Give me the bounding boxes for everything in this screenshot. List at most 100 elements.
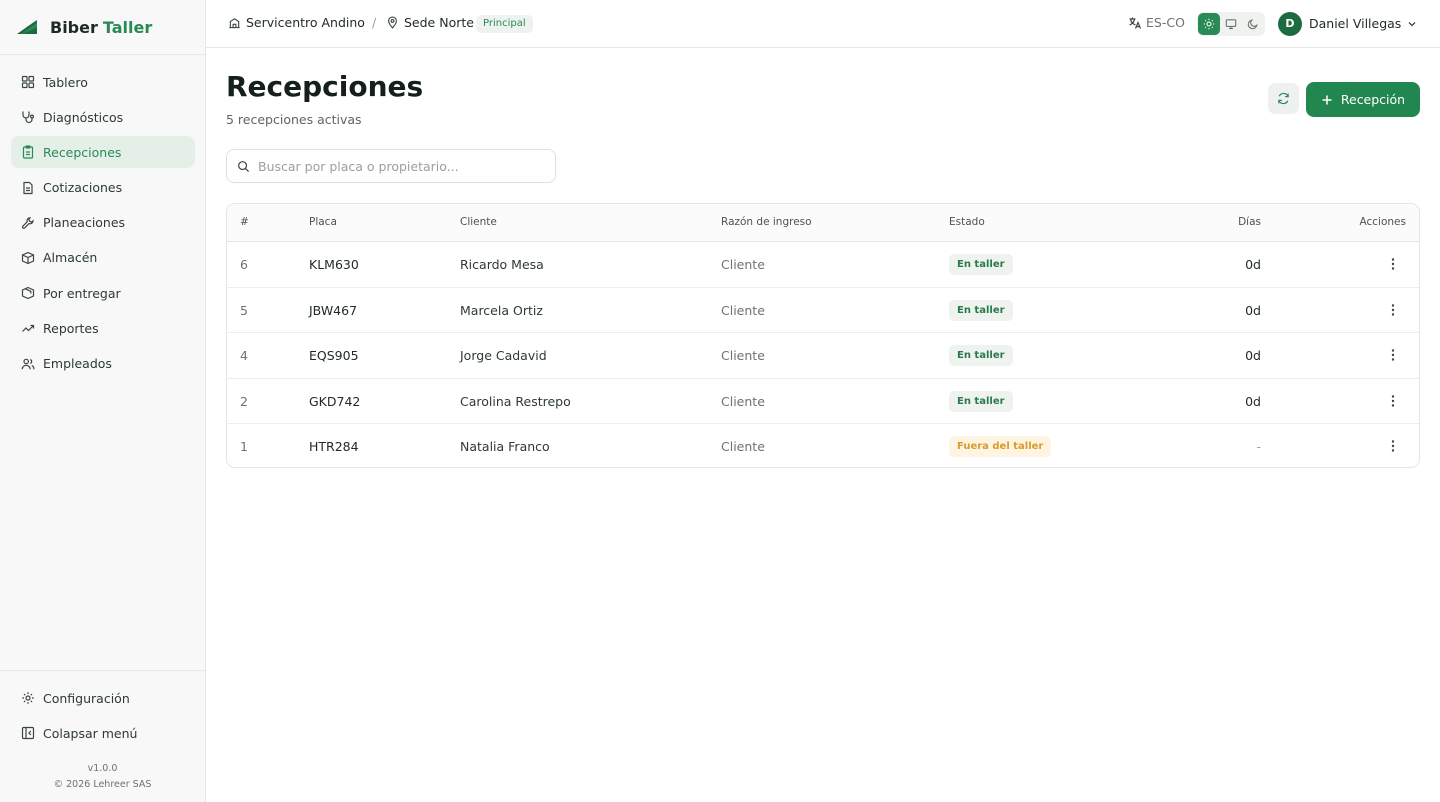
building-icon (229, 18, 240, 29)
users-icon (21, 358, 35, 369)
table-row[interactable]: 4 EQS905 Jorge Cadavid Cliente En taller… (227, 333, 1419, 379)
sidebar-collapse-icon (21, 726, 35, 740)
language-label: ES-CO (1146, 15, 1185, 30)
sidebar-item-planeaciones[interactable]: Planeaciones (11, 207, 195, 239)
row-client: Jorge Cadavid (460, 348, 547, 363)
table-row[interactable]: 2 GKD742 Carolina Restrepo Cliente En ta… (227, 379, 1419, 424)
boat-logo-icon (17, 20, 37, 34)
row-client: Marcela Ortiz (460, 302, 543, 318)
row-days: - (1256, 439, 1261, 454)
settings-button[interactable]: Configuración (11, 682, 195, 714)
theme-system-button[interactable] (1220, 13, 1242, 35)
stethoscope-icon (22, 111, 35, 124)
topbar: Servicentro Andino / Sede Norte Principa… (206, 0, 1440, 48)
column-header-plate: Placa (309, 216, 337, 228)
row-client: Ricardo Mesa (460, 257, 544, 272)
status-badge: En taller (949, 299, 1013, 321)
row-reason: Cliente (721, 439, 765, 454)
row-reason: Cliente (721, 257, 765, 272)
row-reason: Cliente (721, 348, 765, 363)
row-days: 0d (1245, 302, 1261, 318)
settings-label: Configuración (43, 690, 130, 706)
row-client: Natalia Franco (460, 439, 550, 454)
search-icon (238, 160, 250, 172)
more-vertical-icon[interactable] (1385, 393, 1401, 409)
row-plate: KLM630 (309, 257, 359, 272)
row-number: 4 (240, 348, 248, 363)
branch-name: Sede Norte (404, 15, 474, 30)
clipboard-icon (22, 145, 34, 159)
more-vertical-icon[interactable] (1385, 347, 1401, 363)
sidebar-nav: Tablero Diagnósticos Recepciones Cotizac… (11, 66, 195, 383)
column-header-status: Estado (949, 216, 985, 228)
theme-light-button[interactable] (1198, 13, 1220, 35)
sidebar-item-cotizaciones[interactable]: Cotizaciones (11, 172, 195, 204)
page-subtitle: 5 recepciones activas (226, 112, 362, 127)
translate-icon (1129, 17, 1142, 29)
sidebar-item-label: Planeaciones (43, 215, 126, 231)
more-vertical-icon[interactable] (1385, 438, 1401, 454)
table-row[interactable]: 6 KLM630 Ricardo Mesa Cliente En taller … (227, 242, 1419, 288)
copyright: © 2026 Lehreer SAS (53, 779, 152, 790)
table-row[interactable]: 5 JBW467 Marcela Ortiz Cliente En taller… (227, 288, 1419, 333)
column-header-actions: Acciones (1359, 216, 1406, 228)
collapse-menu-button[interactable]: Colapsar menú (11, 717, 195, 749)
row-client: Carolina Restrepo (460, 393, 571, 409)
more-vertical-icon[interactable] (1385, 302, 1401, 318)
column-header-days: Días (1238, 216, 1261, 228)
sidebar-item-label: Cotizaciones (43, 180, 123, 196)
add-reception-button[interactable]: Recepción (1306, 82, 1420, 117)
branch-badge: Principal (476, 15, 533, 33)
sidebar: Biber Taller Tablero Diagnósticos Recepci… (0, 0, 206, 802)
row-plate: GKD742 (309, 393, 361, 409)
sidebar-footer: Configuración Colapsar menú v1.0.0 © 202… (0, 670, 205, 802)
sidebar-item-tablero[interactable]: Tablero (11, 66, 195, 98)
breadcrumb-company[interactable]: Servicentro Andino (228, 15, 365, 30)
breadcrumb-branch[interactable]: Sede Norte (386, 15, 474, 30)
brand-name-accent: Taller (102, 17, 153, 37)
language-selector[interactable]: ES-CO (1128, 15, 1185, 30)
sidebar-item-label: Almacén (43, 250, 98, 266)
row-number: 2 (240, 393, 248, 409)
sidebar-item-diagnosticos[interactable]: Diagnósticos (11, 101, 195, 133)
refresh-button[interactable] (1268, 83, 1299, 114)
status-badge: En taller (949, 390, 1013, 412)
table-row[interactable]: 1 HTR284 Natalia Franco Cliente Fuera de… (227, 424, 1419, 467)
user-name[interactable]: Daniel Villegas (1309, 16, 1401, 31)
monitor-icon (1225, 19, 1237, 30)
status-badge: En taller (949, 345, 1013, 366)
sidebar-item-por-entregar[interactable]: Por entregar (11, 277, 195, 309)
sidebar-item-label: Por entregar (43, 285, 121, 301)
search-input[interactable] (258, 158, 548, 174)
breadcrumb-separator: / (372, 15, 377, 30)
status-badge: Fuera del taller (949, 436, 1052, 457)
theme-switcher (1197, 12, 1265, 36)
row-days: 0d (1245, 348, 1261, 363)
column-header-client: Cliente (460, 216, 497, 228)
sidebar-item-empleados[interactable]: Empleados (11, 348, 195, 380)
plus-icon (1322, 95, 1332, 104)
trend-icon (22, 325, 35, 333)
page-title: Recepciones (226, 70, 424, 103)
row-plate: JBW467 (309, 302, 358, 318)
sidebar-item-reportes[interactable]: Reportes (11, 312, 195, 344)
sidebar-item-almacen[interactable]: Almacén (11, 242, 195, 274)
app-version: v1.0.0 (87, 763, 118, 774)
row-plate: HTR284 (309, 439, 359, 454)
more-vertical-icon[interactable] (1385, 256, 1401, 272)
brand-name-main: Biber (50, 17, 98, 37)
avatar[interactable]: D (1278, 12, 1302, 36)
brand-name: Biber Taller (50, 18, 152, 37)
search-box (226, 149, 556, 183)
chevron-down-icon[interactable] (1406, 18, 1418, 30)
dashboard-icon (21, 75, 35, 89)
file-icon (23, 181, 33, 194)
refresh-icon (1278, 92, 1289, 105)
row-reason: Cliente (721, 302, 765, 318)
theme-dark-button[interactable] (1242, 13, 1264, 35)
sidebar-item-recepciones[interactable]: Recepciones (11, 136, 195, 169)
sidebar-item-label: Diagnósticos (43, 109, 124, 125)
row-number: 5 (240, 302, 248, 318)
column-header-reason: Razón de ingreso (721, 216, 812, 228)
brand[interactable]: Biber Taller (0, 0, 205, 55)
